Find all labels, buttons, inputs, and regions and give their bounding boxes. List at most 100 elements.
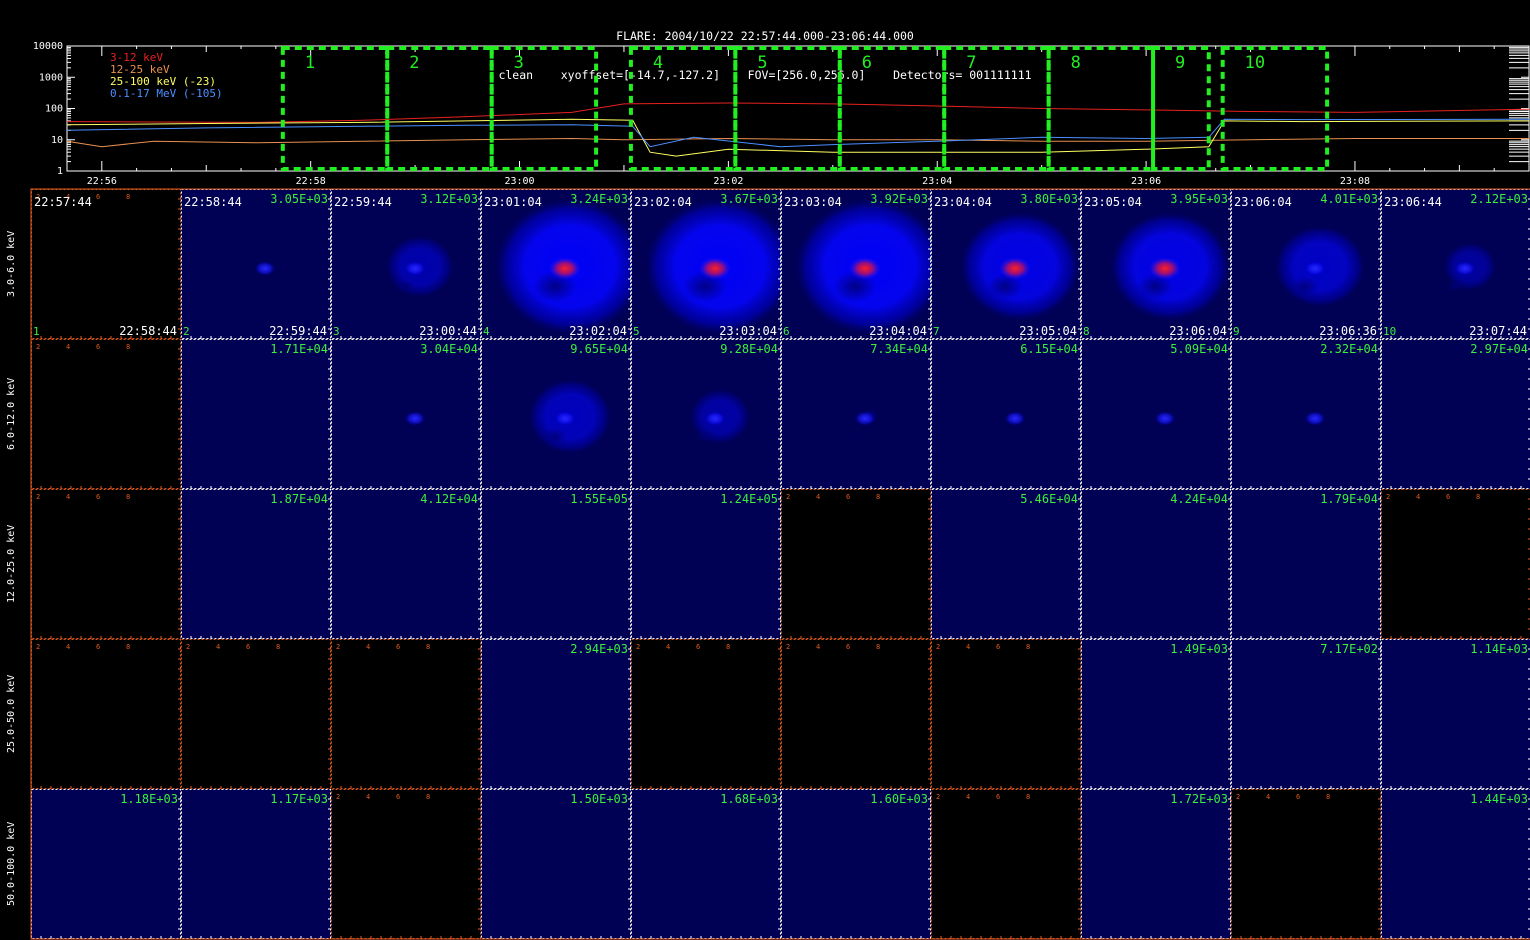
cell-end-time: 23:06:04 — [1169, 324, 1227, 338]
cell-axis-label: 8 — [276, 643, 280, 651]
image-cell — [31, 639, 181, 789]
source-core — [999, 257, 1031, 280]
cell-end-time: 22:59:44 — [269, 324, 327, 338]
image-cell — [931, 489, 1081, 639]
cell-axis-label: 8 — [1326, 793, 1330, 801]
cell-start-time: 22:57:44 — [34, 195, 92, 209]
image-cell — [181, 639, 331, 789]
image-cell — [181, 789, 331, 939]
image-cell — [631, 489, 781, 639]
cell-axis-label: 4 — [66, 493, 70, 501]
image-cell — [781, 489, 931, 639]
image-cell — [1381, 339, 1530, 489]
cell-start-time: 23:05:04 — [1084, 195, 1142, 209]
cell-end-time: 23:03:04 — [719, 324, 777, 338]
cell-axis-label: 6 — [96, 193, 100, 201]
source-core — [1005, 411, 1025, 426]
cell-axis-label: 6 — [246, 643, 250, 651]
image-cell — [1231, 489, 1381, 639]
cell-maximum: 3.05E+03 — [270, 192, 328, 206]
cell-start-time: 22:59:44 — [334, 195, 392, 209]
cell-maximum: 7.34E+04 — [870, 342, 928, 356]
cell-maximum: 3.04E+04 — [420, 342, 478, 356]
cell-maximum: 1.17E+03 — [270, 792, 328, 806]
cell-maximum: 3.95E+03 — [1170, 192, 1228, 206]
cell-axis-label: 2 — [786, 493, 790, 501]
image-cell — [781, 339, 931, 489]
cell-axis-label: 4 — [66, 643, 70, 651]
cell-maximum: 1.72E+03 — [1170, 792, 1228, 806]
cell-maximum: 1.71E+04 — [270, 342, 328, 356]
source-core — [855, 411, 875, 426]
cell-axis-label: 4 — [666, 643, 670, 651]
ring-hole — [542, 427, 568, 446]
image-cell — [1081, 489, 1231, 639]
source-core — [1305, 261, 1325, 276]
image-cell — [931, 789, 1081, 939]
cell-axis-label: 2 — [936, 643, 940, 651]
cell-maximum: 7.17E+02 — [1320, 642, 1378, 656]
image-cell — [931, 639, 1081, 789]
image-grid: 2 4 6 8 22:57:44 22:58:44 1 3.05E+03 22:58:44 22:… — [30, 188, 1530, 940]
cell-maximum: 1.24E+05 — [720, 492, 778, 506]
cell-start-time: 23:06:04 — [1234, 195, 1292, 209]
cell-axis-label: 4 — [66, 343, 70, 351]
row-label: 6.0-12.0 keV — [6, 377, 17, 450]
image-cell — [1231, 339, 1381, 489]
image-cell — [781, 639, 931, 789]
cell-axis-label: 4 — [966, 793, 970, 801]
cell-end-time: 23:07:44 — [1469, 324, 1527, 338]
image-cell — [481, 489, 631, 639]
cell-axis-label: 6 — [96, 493, 100, 501]
cell-maximum: 1.44E+03 — [1470, 792, 1528, 806]
cell-axis-label: 8 — [726, 643, 730, 651]
cell-axis-label: 8 — [876, 643, 880, 651]
cell-axis-label: 2 — [336, 793, 340, 801]
cell-axis-label: 6 — [1446, 493, 1450, 501]
cell-axis-label: 2 — [36, 343, 40, 351]
cell-axis-label: 8 — [1026, 793, 1030, 801]
cell-end-time: 23:00:44 — [419, 324, 477, 338]
cell-maximum: 4.24E+04 — [1170, 492, 1228, 506]
cell-index: 9 — [1233, 325, 1240, 338]
cell-maximum: 1.68E+03 — [720, 792, 778, 806]
cell-axis-label: 2 — [36, 493, 40, 501]
cell-index: 5 — [633, 325, 640, 338]
cell-index: 2 — [183, 325, 190, 338]
cell-maximum: 5.46E+04 — [1020, 492, 1078, 506]
cell-maximum: 2.32E+04 — [1320, 342, 1378, 356]
row-label: 25.0-50.0 keV — [6, 674, 17, 753]
cell-start-time: 23:04:04 — [934, 195, 992, 209]
row-label: 3.0-6.0 keV — [6, 230, 17, 297]
cell-index: 4 — [483, 325, 490, 338]
row-label: 12.0-25.0 keV — [6, 524, 17, 603]
source-core — [1149, 257, 1181, 280]
image-cell — [331, 489, 481, 639]
cell-axis-label: 4 — [966, 643, 970, 651]
source-core — [405, 261, 425, 276]
cell-axis-label: 2 — [636, 643, 640, 651]
image-cell — [1381, 639, 1530, 789]
cell-maximum: 1.87E+04 — [270, 492, 328, 506]
image-cell — [181, 489, 331, 639]
cell-axis-label: 6 — [996, 643, 1000, 651]
image-cell — [931, 339, 1081, 489]
ring-hole — [852, 434, 858, 439]
cell-axis-label: 8 — [876, 493, 880, 501]
image-cell — [481, 639, 631, 789]
source-core — [1455, 261, 1475, 276]
cell-axis-label: 8 — [126, 343, 130, 351]
image-cell — [31, 789, 181, 939]
cell-maximum: 1.55E+05 — [570, 492, 628, 506]
cell-axis-label: 8 — [126, 193, 130, 201]
cell-maximum: 1.79E+04 — [1320, 492, 1378, 506]
image-cell — [31, 189, 181, 339]
cell-start-time: 23:06:44 — [1384, 195, 1442, 209]
image-cell — [331, 639, 481, 789]
cell-axis-label: 6 — [96, 643, 100, 651]
ring-hole — [1447, 280, 1463, 293]
cell-maximum: 3.12E+03 — [420, 192, 478, 206]
cell-index: 7 — [933, 325, 940, 338]
cell-axis-label: 6 — [96, 343, 100, 351]
image-cell — [1231, 639, 1381, 789]
